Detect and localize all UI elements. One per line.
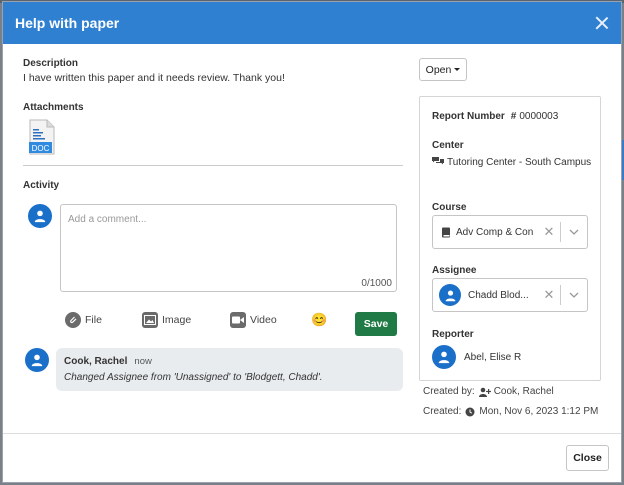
created-by-label: Created by: (423, 386, 475, 397)
created-by-value: Cook, Rachel (493, 386, 554, 397)
attach-video-button[interactable]: Video (230, 312, 277, 328)
clock-icon (465, 407, 475, 416)
comment-toolbar: File Image Video 😊 (65, 312, 405, 336)
user-plus-icon (478, 387, 491, 397)
activity-log-item: Cook, Rachel now Changed Assignee from '… (56, 348, 403, 391)
close-button[interactable]: Close (566, 445, 609, 471)
save-button[interactable]: Save (355, 312, 397, 336)
log-time: now (134, 356, 152, 367)
created-label: Created: (423, 406, 462, 417)
course-value: Adv Comp & Con (433, 227, 538, 238)
comments-icon (432, 157, 444, 165)
dialog-title: Help with paper (15, 15, 120, 31)
hash-icon: # (510, 111, 517, 122)
close-icon[interactable] (595, 16, 609, 30)
assignee-label: Assignee (432, 265, 477, 276)
center-label: Center (432, 140, 464, 151)
avatar (432, 345, 456, 369)
image-label: Image (162, 314, 192, 326)
book-icon (442, 227, 450, 237)
emoji-button[interactable]: 😊 (311, 312, 327, 328)
video-label: Video (250, 314, 277, 326)
attach-file-button[interactable]: File (65, 312, 102, 328)
chevron-down-icon[interactable] (561, 292, 587, 298)
course-label: Course (432, 202, 467, 213)
doc-file-icon[interactable]: DOC (28, 119, 56, 155)
emoji-icon: 😊 (311, 312, 328, 327)
comment-input[interactable]: Add a comment... 0/1000 (60, 204, 397, 292)
assignee-value-text: Chadd Blod... (468, 289, 529, 301)
avatar (25, 348, 49, 372)
file-label: File (85, 314, 102, 326)
chevron-down-icon[interactable] (561, 229, 587, 235)
comment-placeholder: Add a comment... (68, 214, 147, 225)
created-value: Mon, Nov 6, 2023 1:12 PM (479, 406, 599, 417)
report-number-value: 0000003 (519, 111, 559, 122)
avatar (439, 284, 461, 306)
divider (23, 165, 403, 166)
course-select[interactable]: Adv Comp & Con ✕ (432, 215, 588, 249)
char-counter: 0/1000 (361, 278, 392, 289)
clear-assignee-icon[interactable]: ✕ (538, 287, 560, 303)
activity-label: Activity (23, 180, 60, 191)
video-icon (230, 312, 246, 328)
log-author: Cook, Rachel (64, 356, 128, 367)
help-dialog: Help with paper Description I have writt… (2, 1, 622, 483)
details-panel: Report Number # 0000003 Center Tutoring … (419, 96, 601, 381)
center-value-text: Tutoring Center - South Campus (447, 157, 592, 168)
footer-divider (3, 433, 621, 434)
description-text: I have written this paper and it needs r… (23, 72, 285, 84)
main-column: Description I have written this paper an… (23, 58, 403, 155)
attach-image-button[interactable]: Image (142, 312, 191, 328)
log-message: Changed Assignee from 'Unassigned' to 'B… (64, 372, 323, 383)
user-icon (31, 354, 43, 367)
created-by: Created by: Cook, Rachel (423, 386, 554, 397)
report-number: Report Number # 0000003 (432, 111, 558, 122)
reporter-label: Reporter (432, 329, 474, 340)
status-label: Open (425, 63, 452, 76)
clear-course-icon[interactable]: ✕ (538, 224, 560, 240)
assignee-select[interactable]: Chadd Blod... ✕ (432, 278, 588, 312)
status-dropdown[interactable]: Open (419, 58, 467, 81)
attachments-label: Attachments (23, 102, 84, 113)
doc-file-badge: DOC (32, 144, 50, 153)
course-value-text: Adv Comp & Con (456, 226, 534, 238)
assignee-value: Chadd Blod... (433, 284, 538, 306)
dialog-header: Help with paper (3, 2, 621, 44)
created-date: Created: Mon, Nov 6, 2023 1:12 PM (423, 406, 598, 417)
report-number-label: Report Number (432, 111, 505, 122)
reporter-value-text: Abel, Elise R (464, 351, 522, 363)
image-icon (142, 312, 158, 328)
center-value: Tutoring Center - South Campus (432, 156, 592, 170)
user-icon (445, 289, 455, 301)
description-label: Description (23, 58, 79, 69)
user-icon (438, 351, 450, 364)
reporter-value: Abel, Elise R (432, 345, 521, 369)
paperclip-icon (65, 312, 81, 328)
caret-down-icon (454, 68, 461, 71)
user-icon (34, 210, 46, 223)
avatar (28, 204, 52, 228)
